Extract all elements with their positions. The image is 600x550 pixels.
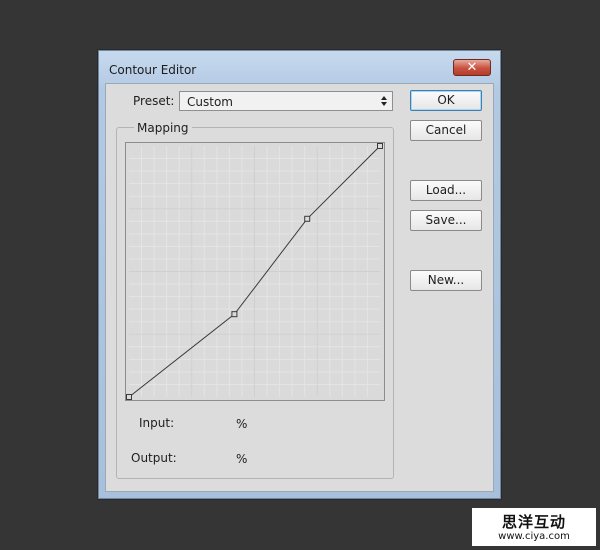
output-label: Output:: [131, 451, 177, 465]
load-button[interactable]: Load...: [410, 180, 482, 201]
watermark: 思洋互动 www.ciya.com: [472, 508, 596, 546]
cancel-button[interactable]: Cancel: [410, 120, 482, 141]
curve-canvas[interactable]: [126, 143, 384, 400]
output-unit: %: [236, 452, 248, 466]
title-bar[interactable]: Contour Editor ✕: [99, 51, 500, 85]
new-button[interactable]: New...: [410, 270, 482, 291]
curve-point-handle[interactable]: [231, 311, 238, 318]
curve-graph[interactable]: [125, 142, 385, 401]
ok-button[interactable]: OK: [410, 90, 482, 111]
curve-point-handle[interactable]: [304, 215, 311, 222]
preset-select[interactable]: Custom: [179, 91, 393, 111]
mapping-label: Mapping: [134, 121, 192, 135]
preset-value: Custom: [187, 95, 233, 109]
watermark-text: 思洋互动: [501, 513, 566, 531]
input-label: Input:: [139, 416, 175, 430]
curve-point-handle[interactable]: [126, 394, 132, 400]
chevron-updown-icon: [380, 94, 388, 108]
preset-label: Preset:: [133, 94, 175, 108]
curve-point-handle[interactable]: [377, 143, 383, 149]
close-button[interactable]: ✕: [453, 59, 491, 76]
save-button[interactable]: Save...: [410, 210, 482, 231]
window-title: Contour Editor: [109, 63, 197, 77]
close-icon: ✕: [466, 60, 478, 75]
input-unit: %: [236, 417, 248, 431]
watermark-url: www.ciya.com: [498, 531, 570, 542]
